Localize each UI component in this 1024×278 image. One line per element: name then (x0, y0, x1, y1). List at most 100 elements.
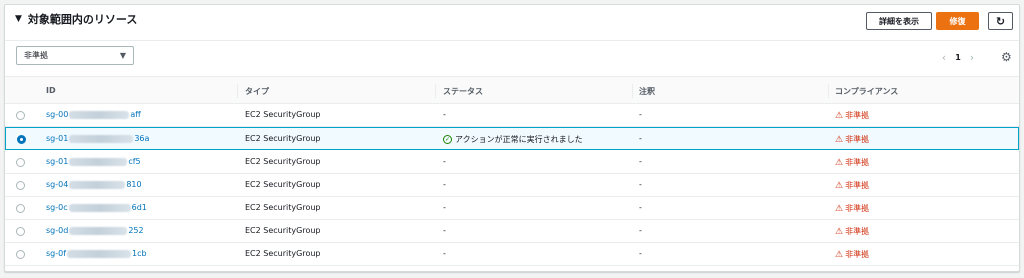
resource-id-link[interactable]: sg-00 aff (46, 110, 141, 119)
status-text: - (443, 110, 446, 119)
check-circle-icon: ✓ (443, 135, 452, 144)
id-suffix: 252 (128, 226, 144, 235)
resource-type: EC2 SecurityGroup (245, 203, 321, 212)
resource-type: EC2 SecurityGroup (245, 134, 321, 143)
warning-icon: ⚠ (835, 249, 844, 260)
id-prefix: sg-0c (46, 203, 68, 212)
status-text: - (443, 157, 446, 166)
id-prefix: sg-0f (46, 249, 67, 258)
compliance-filter-select[interactable]: 非準拠 ▼ (16, 46, 134, 65)
caret-down-icon[interactable]: ▼ (15, 14, 22, 24)
status-text: - (443, 249, 446, 258)
column-header-type[interactable]: タイプ (245, 86, 269, 97)
gear-icon[interactable]: ⚙ (1001, 50, 1012, 64)
table-row[interactable]: sg-00 aff EC2 SecurityGroup - - ⚠ 非準拠 (5, 104, 1019, 127)
current-page[interactable]: 1 (950, 53, 966, 62)
resource-id-link[interactable]: sg-01 cf5 (46, 157, 141, 166)
row-radio[interactable] (16, 181, 25, 190)
column-header-status[interactable]: ステータス (443, 86, 483, 97)
redacted-id (68, 203, 131, 212)
row-radio[interactable] (16, 111, 25, 120)
refresh-icon: ↻ (995, 14, 1006, 28)
column-header-compliance[interactable]: コンプライアンス (835, 86, 898, 97)
warning-icon: ⚠ (835, 110, 844, 121)
previous-page-icon[interactable]: ‹ (938, 51, 950, 64)
panel-header: ▼ 対象範囲内のリソース 詳細を表示 修復 ↻ (5, 5, 1019, 35)
row-radio[interactable] (16, 250, 25, 259)
resource-type: EC2 SecurityGroup (245, 226, 321, 235)
next-page-icon[interactable]: › (966, 51, 978, 64)
refresh-button[interactable]: ↻ (988, 12, 1013, 30)
redacted-id (69, 110, 130, 119)
table-row[interactable]: sg-0d 252 EC2 SecurityGroup - - ⚠ 非準拠 (5, 220, 1019, 243)
table-row[interactable]: sg-01 cf5 EC2 SecurityGroup - - ⚠ 非準拠 (5, 151, 1019, 174)
compliance-status: ⚠ 非準拠 (835, 249, 869, 260)
id-suffix: cf5 (128, 157, 141, 166)
annotation-text: - (639, 249, 642, 258)
compliance-status: ⚠ 非準拠 (835, 226, 869, 237)
id-prefix: sg-0d (46, 226, 69, 235)
annotation-text: - (639, 134, 642, 143)
annotation-text: - (639, 180, 642, 189)
table-row[interactable]: sg-01 36a EC2 SecurityGroup ✓ アクションが正常に実… (5, 127, 1019, 150)
compliance-status: ⚠ 非準拠 (835, 134, 869, 145)
compliance-label: 非準拠 (845, 250, 870, 259)
warning-icon: ⚠ (835, 203, 844, 214)
row-radio[interactable] (16, 227, 25, 236)
compliance-status: ⚠ 非準拠 (835, 203, 869, 214)
compliance-status: ⚠ 非準拠 (835, 110, 869, 121)
resources-panel: ▼ 対象範囲内のリソース 詳細を表示 修復 ↻ 非準拠 ▼ ‹ 1 › ⚙ ID… (4, 4, 1020, 272)
status-success: ✓ アクションが正常に実行されました (443, 134, 583, 145)
column-divider[interactable] (828, 84, 829, 98)
warning-icon: ⚠ (835, 157, 844, 168)
row-radio[interactable] (16, 204, 25, 213)
resource-id-link[interactable]: sg-0c 6d1 (46, 203, 147, 212)
table-row[interactable]: sg-0f 1cb EC2 SecurityGroup - - ⚠ 非準拠 (5, 243, 1019, 266)
dropdown-caret-icon: ▼ (119, 51, 126, 60)
redacted-id (69, 134, 134, 143)
resource-id-link[interactable]: sg-0d 252 (46, 226, 144, 235)
divider (5, 40, 1019, 41)
compliance-label: 非準拠 (845, 204, 870, 213)
id-prefix: sg-01 (46, 157, 69, 166)
resource-type: EC2 SecurityGroup (245, 157, 321, 166)
table-header: ID タイプ ステータス 注釈 コンプライアンス (5, 76, 1019, 104)
row-radio-selected[interactable] (17, 135, 26, 144)
id-suffix: 36a (134, 134, 150, 143)
column-divider[interactable] (435, 84, 436, 98)
status-text: - (443, 180, 446, 189)
resource-type: EC2 SecurityGroup (245, 110, 321, 119)
id-suffix: 810 (126, 180, 142, 189)
resource-id-link[interactable]: sg-0f 1cb (46, 249, 147, 258)
redacted-id (69, 226, 128, 235)
column-header-annotation[interactable]: 注釈 (639, 86, 655, 97)
resource-id-link[interactable]: sg-04 810 (46, 180, 142, 189)
column-header-id[interactable]: ID (46, 86, 56, 95)
redacted-id (69, 157, 128, 166)
section-toggle[interactable]: ▼ 対象範囲内のリソース (15, 11, 137, 27)
status-text: - (443, 203, 446, 212)
compliance-label: 非準拠 (845, 158, 870, 167)
id-prefix: sg-01 (46, 134, 69, 143)
id-suffix: 1cb (132, 249, 147, 258)
column-divider[interactable] (237, 84, 238, 98)
id-suffix: 6d1 (131, 203, 147, 212)
redacted-id (67, 249, 132, 258)
annotation-text: - (639, 226, 642, 235)
resource-type: EC2 SecurityGroup (245, 180, 321, 189)
annotation-text: - (639, 203, 642, 212)
resource-id-link[interactable]: sg-01 36a (46, 134, 149, 143)
status-text: - (443, 226, 446, 235)
filter-value: 非準拠 (24, 51, 48, 60)
compliance-label: 非準拠 (845, 181, 870, 190)
row-radio[interactable] (16, 158, 25, 167)
column-divider[interactable] (632, 84, 633, 98)
pagination: ‹ 1 › (938, 51, 978, 64)
table-row[interactable]: sg-04 810 EC2 SecurityGroup - - ⚠ 非準拠 (5, 174, 1019, 197)
remediate-button[interactable]: 修復 (936, 12, 979, 30)
view-details-button[interactable]: 詳細を表示 (866, 12, 932, 30)
resource-type: EC2 SecurityGroup (245, 249, 321, 258)
id-prefix: sg-04 (46, 180, 69, 189)
table-row[interactable]: sg-0c 6d1 EC2 SecurityGroup - - ⚠ 非準拠 (5, 197, 1019, 220)
id-prefix: sg-00 (46, 110, 69, 119)
